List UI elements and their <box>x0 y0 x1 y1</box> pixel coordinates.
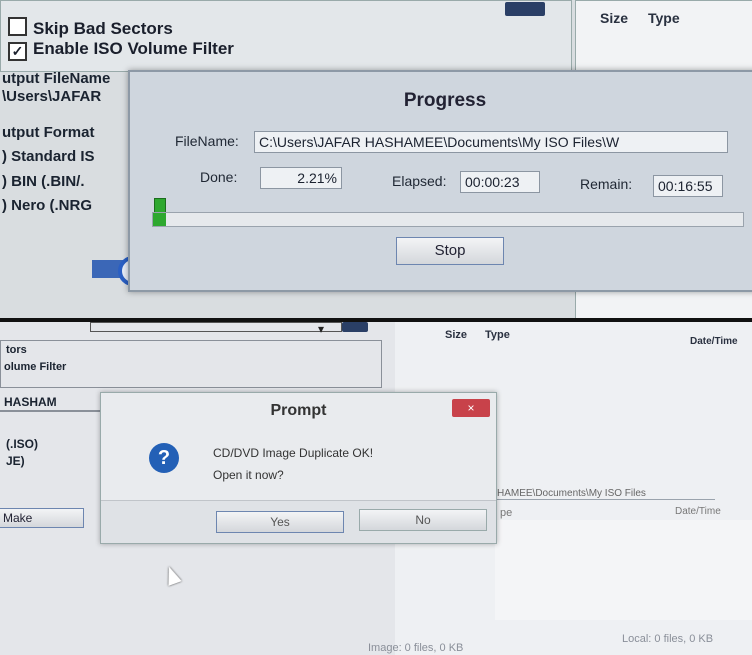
skip-sectors-fragment: tors <box>6 344 27 356</box>
drive-eject-icon[interactable] <box>342 322 368 332</box>
chevron-down-icon[interactable]: ▾ <box>318 322 324 336</box>
done-value: 2.21% <box>260 167 342 189</box>
prompt-dialog: Prompt × ? CD/DVD Image Duplicate OK! Op… <box>100 392 497 544</box>
make-button[interactable]: Make <box>0 508 84 528</box>
bottom-screen-photo: ▾ Size Type Date/Time tors olume Filter … <box>0 322 752 655</box>
progress-bar <box>152 212 744 227</box>
drive-dropdown-button[interactable] <box>505 2 545 16</box>
enable-iso-filter-checkbox[interactable]: ✓ <box>8 42 27 61</box>
stop-button[interactable]: Stop <box>396 237 504 265</box>
remain-label: Remain: <box>580 176 633 192</box>
output-path-field[interactable]: \Users\JAFAR <box>2 88 101 105</box>
enable-iso-filter-option[interactable]: ✓ Enable ISO Volume Filter <box>8 39 234 61</box>
lower-file-list <box>495 520 752 620</box>
image-status-text: Image: 0 files, 0 KB <box>368 642 464 654</box>
top-screen-photo: Size Type Skip Bad Sectors ✓ Enable ISO V… <box>0 0 752 318</box>
enable-iso-filter-label: Enable ISO Volume Filter <box>33 39 234 58</box>
datetime-column-header-lower[interactable]: Date/Time <box>675 506 721 517</box>
documents-path-fragment: HAMEE\Documents\My ISO Files <box>497 488 646 499</box>
prompt-message-line2: Open it now? <box>213 468 284 482</box>
yes-button[interactable]: Yes <box>216 511 344 533</box>
local-status-text: Local: 0 files, 0 KB <box>622 633 714 645</box>
type-column-header-bottom[interactable]: Type <box>485 329 510 341</box>
elapsed-value: 00:00:23 <box>460 171 540 193</box>
user-path-fragment: HASHAM <box>4 395 57 409</box>
size-column-header[interactable]: Size <box>600 10 628 26</box>
filename-value: C:\Users\JAFAR HASHAMEE\Documents\My ISO… <box>254 131 728 153</box>
filename-label: FileName: <box>175 133 239 149</box>
iso-filter-fragment: olume Filter <box>4 361 67 373</box>
skip-bad-sectors-option[interactable]: Skip Bad Sectors <box>8 17 173 39</box>
prompt-button-bar: Yes No <box>101 500 496 543</box>
format-option-nero[interactable]: ) Nero (.NRG <box>2 197 92 214</box>
remain-value: 00:16:55 <box>653 175 723 197</box>
skip-bad-sectors-label: Skip Bad Sectors <box>33 19 173 38</box>
iso-format-fragment: (.ISO) <box>6 437 38 451</box>
no-button[interactable]: No <box>359 509 487 531</box>
close-icon[interactable]: × <box>452 399 490 417</box>
prompt-message-line1: CD/DVD Image Duplicate OK! <box>213 446 374 460</box>
output-path-field-bottom[interactable] <box>0 410 105 412</box>
output-filename-label: utput FileName <box>2 70 111 87</box>
datetime-column-header[interactable]: Date/Time <box>690 336 738 347</box>
question-icon: ? <box>149 443 179 473</box>
drive-dropdown[interactable] <box>90 322 342 332</box>
progress-dialog: Progress FileName: C:\Users\JAFAR HASHAM… <box>128 70 752 292</box>
size-column-header-bottom[interactable]: Size <box>445 329 467 341</box>
progress-bar-fill <box>153 213 167 226</box>
elapsed-label: Elapsed: <box>392 173 447 189</box>
je-format-fragment: JE) <box>6 454 25 468</box>
done-label: Done: <box>200 169 238 185</box>
type-column-fragment[interactable]: pe <box>500 507 512 519</box>
progress-dialog-title: Progress <box>403 90 487 111</box>
output-format-label: utput Format <box>2 124 95 141</box>
format-option-bin[interactable]: ) BIN (.BIN/. <box>2 173 85 190</box>
type-column-header[interactable]: Type <box>648 10 680 26</box>
format-option-standard[interactable]: ) Standard IS <box>2 148 95 165</box>
prompt-dialog-title: Prompt <box>270 402 327 419</box>
skip-bad-sectors-checkbox[interactable] <box>8 17 27 36</box>
